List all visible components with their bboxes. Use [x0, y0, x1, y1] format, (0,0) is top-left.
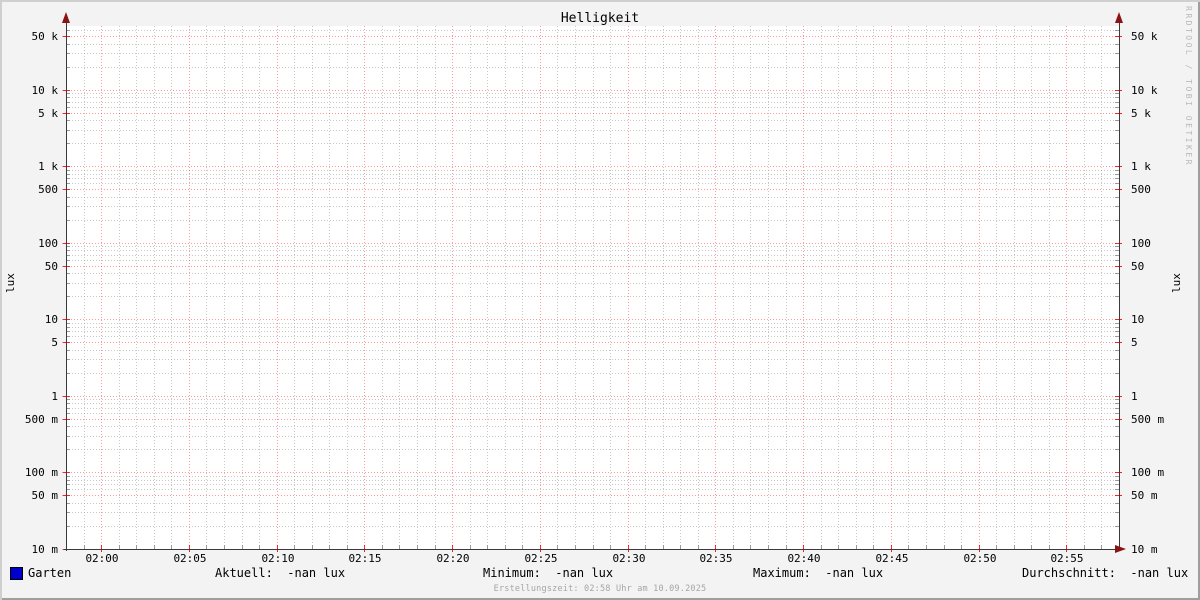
legend-stat-durchschnitt: Durchschnitt: -nan lux: [1022, 566, 1189, 580]
creation-time: Erstellungszeit: 02:58 Uhr am 10.09.2025: [493, 584, 707, 594]
watermark: RRDTOOL / TOBI OETIKER: [1184, 6, 1193, 167]
y-axis-unit-right: lux: [1170, 273, 1183, 293]
legend-swatch-garten: [10, 567, 23, 580]
rrdtool-graph: Helligkeit RRDTOOL / TOBI OETIKER lux lu…: [0, 0, 1200, 600]
y-axis-unit-left: lux: [4, 273, 17, 293]
legend-series-label: Garten: [28, 566, 72, 580]
legend-stat-maximum: Maximum: -nan lux: [753, 566, 884, 580]
plot-area: [62, 12, 1126, 553]
chart-title: Helligkeit: [560, 11, 640, 26]
legend-stat-minimum: Minimum: -nan lux: [483, 566, 614, 580]
legend-stat-aktuell: Aktuell: -nan lux: [215, 566, 346, 580]
legend: Garten Aktuell: -nan lux Minimum: -nan l…: [0, 564, 1200, 582]
